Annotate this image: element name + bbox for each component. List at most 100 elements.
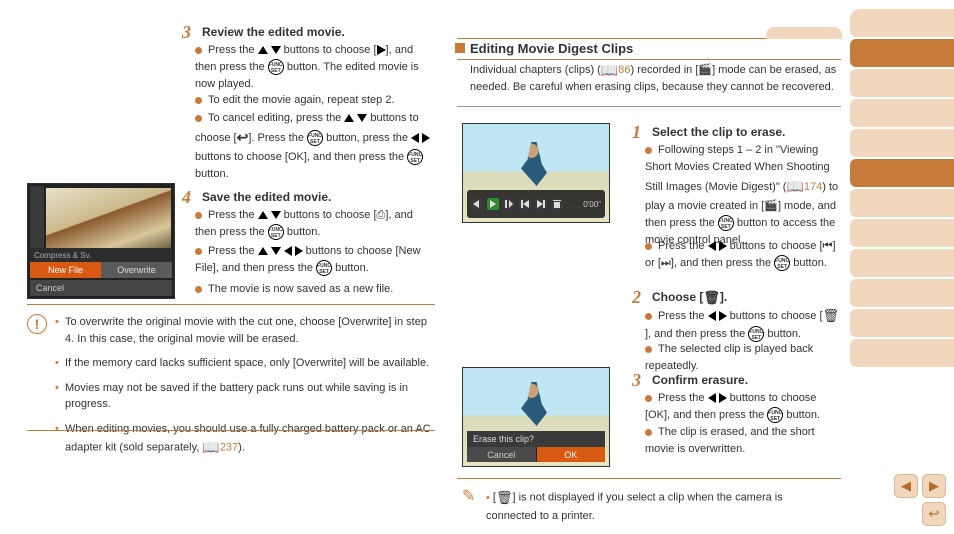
slow-icon xyxy=(503,198,515,210)
up-icon xyxy=(258,46,268,54)
step-body: Press the buttons to choose [⎙], and the… xyxy=(195,207,435,241)
tab[interactable] xyxy=(850,309,954,337)
page-ref-link[interactable]: 237 xyxy=(220,441,238,453)
step-title: Select the clip to erase. xyxy=(652,125,785,139)
caution-item: Movies may not be saved if the battery p… xyxy=(55,380,435,413)
erase-clip-icon xyxy=(551,198,563,210)
overwrite-button: Overwrite xyxy=(101,262,172,278)
separator xyxy=(27,304,435,305)
right-icon xyxy=(719,311,727,321)
separator xyxy=(457,478,841,479)
tab[interactable] xyxy=(850,39,954,67)
step-body: To cancel editing, press the buttons to … xyxy=(195,110,435,183)
step-body: Press the buttons to choose [OK], and th… xyxy=(645,390,840,424)
step-body: The selected clip is played back repeate… xyxy=(645,341,840,375)
next-page-button[interactable]: ▶ xyxy=(922,474,946,498)
prev-clip-icon: ⏮ xyxy=(823,240,833,252)
erase-dialog-text: Erase this clip? xyxy=(467,431,605,447)
func-set-icon: FUNC. SET xyxy=(767,407,783,423)
down-icon xyxy=(357,114,367,122)
tab[interactable] xyxy=(850,219,954,247)
tab[interactable] xyxy=(850,189,954,217)
tab[interactable] xyxy=(850,9,954,37)
caution-item: If the memory card lacks sufficient spac… xyxy=(55,355,435,372)
step-number-3: 3 xyxy=(632,370,641,391)
step-body: The movie is now saved as a new file. xyxy=(195,281,435,298)
step-number-4: 4 xyxy=(182,187,191,208)
camera-screenshot-playback: 0'00" xyxy=(462,123,610,223)
step-title: Choose [🗑]. xyxy=(652,290,727,306)
tab[interactable] xyxy=(850,279,954,307)
tab[interactable] xyxy=(850,129,954,157)
playback-time: 0'00" xyxy=(583,200,601,209)
func-set-icon: FUNC. SET xyxy=(268,59,284,75)
right-icon xyxy=(295,246,303,256)
step-body: To edit the movie again, repeat step 2. xyxy=(195,92,435,109)
next-clip-icon: ⏭ xyxy=(661,257,671,269)
step-body: The clip is erased, and the short movie … xyxy=(645,424,840,458)
digest-mode-icon: 🎬 xyxy=(698,64,712,76)
camera-screenshot-save: Compress & Sv. New File Overwrite Cancel xyxy=(27,183,175,299)
note-body: [🗑] is not displayed if you select a cli… xyxy=(486,488,836,524)
right-icon xyxy=(422,133,430,143)
book-icon: 📖 xyxy=(786,176,803,198)
tab[interactable] xyxy=(850,99,954,127)
erase-clip-icon: 🗑 xyxy=(703,290,720,306)
separator xyxy=(27,430,435,431)
erase-clip-icon: 🗑 xyxy=(823,306,840,326)
tab[interactable] xyxy=(850,339,954,367)
digest-mode-icon: 🎬 xyxy=(764,200,778,212)
next-clip-icon xyxy=(535,198,547,210)
down-icon xyxy=(271,247,281,255)
chapter-tabs xyxy=(850,9,954,369)
func-set-icon: FUNC. SET xyxy=(316,260,332,276)
up-icon xyxy=(258,211,268,219)
left-icon xyxy=(708,311,716,321)
caution-icon: ! xyxy=(27,314,47,334)
left-icon xyxy=(284,246,292,256)
tab[interactable] xyxy=(850,69,954,97)
left-icon xyxy=(708,241,716,251)
tab[interactable] xyxy=(850,249,954,277)
down-icon xyxy=(271,46,281,54)
func-set-icon: FUNC. SET xyxy=(307,130,323,146)
caution-item: When editing movies, you should use a fu… xyxy=(55,421,435,459)
compress-save-label: Compress & Sv. xyxy=(30,248,172,262)
left-icon xyxy=(708,393,716,403)
step-body: Following steps 1 – 2 in "Viewing Short … xyxy=(645,142,840,249)
step-body: Press the buttons to choose [New File], … xyxy=(195,243,435,277)
cancel-button: Cancel xyxy=(30,280,172,296)
step-body: Press the buttons to choose [🗑], and the… xyxy=(645,306,840,343)
func-set-icon: FUNC. SET xyxy=(748,326,764,342)
step-number-3: 3 xyxy=(182,22,191,43)
step-body: Press the buttons to choose [⏮] or [⏭], … xyxy=(645,238,840,272)
back-icon xyxy=(471,198,483,210)
back-icon: ↩ xyxy=(237,127,249,149)
play-icon xyxy=(487,198,499,210)
step-number-2: 2 xyxy=(632,287,641,308)
page-ref-link[interactable]: 174 xyxy=(804,181,822,193)
right-icon xyxy=(719,241,727,251)
caution-item: To overwrite the original movie with the… xyxy=(55,314,435,347)
step-number-1: 1 xyxy=(632,122,641,143)
step-title: Review the edited movie. xyxy=(202,25,345,39)
ok-button: OK xyxy=(536,447,606,462)
tab-active[interactable] xyxy=(850,159,954,187)
return-button[interactable]: ↩ xyxy=(922,502,946,526)
down-icon xyxy=(271,211,281,219)
func-set-icon: FUNC. SET xyxy=(407,149,423,165)
section-subtitle: Individual chapters (clips) (📖86) record… xyxy=(470,60,840,96)
page-ref-link[interactable]: 86 xyxy=(618,64,630,76)
left-icon xyxy=(411,133,419,143)
cancel-button: Cancel xyxy=(467,447,536,462)
func-set-icon: FUNC. SET xyxy=(718,215,734,231)
prev-page-button[interactable]: ◀ xyxy=(894,474,918,498)
new-file-button: New File xyxy=(30,262,101,278)
book-icon: 📖 xyxy=(202,437,219,458)
up-icon xyxy=(344,114,354,122)
erase-clip-icon: 🗑 xyxy=(496,488,513,508)
camera-screenshot-erase-confirm: Erase this clip? Cancel OK xyxy=(462,367,610,467)
func-set-icon: FUNC. SET xyxy=(774,255,790,271)
book-icon: 📖 xyxy=(601,60,618,80)
step-title: Confirm erasure. xyxy=(652,373,748,387)
